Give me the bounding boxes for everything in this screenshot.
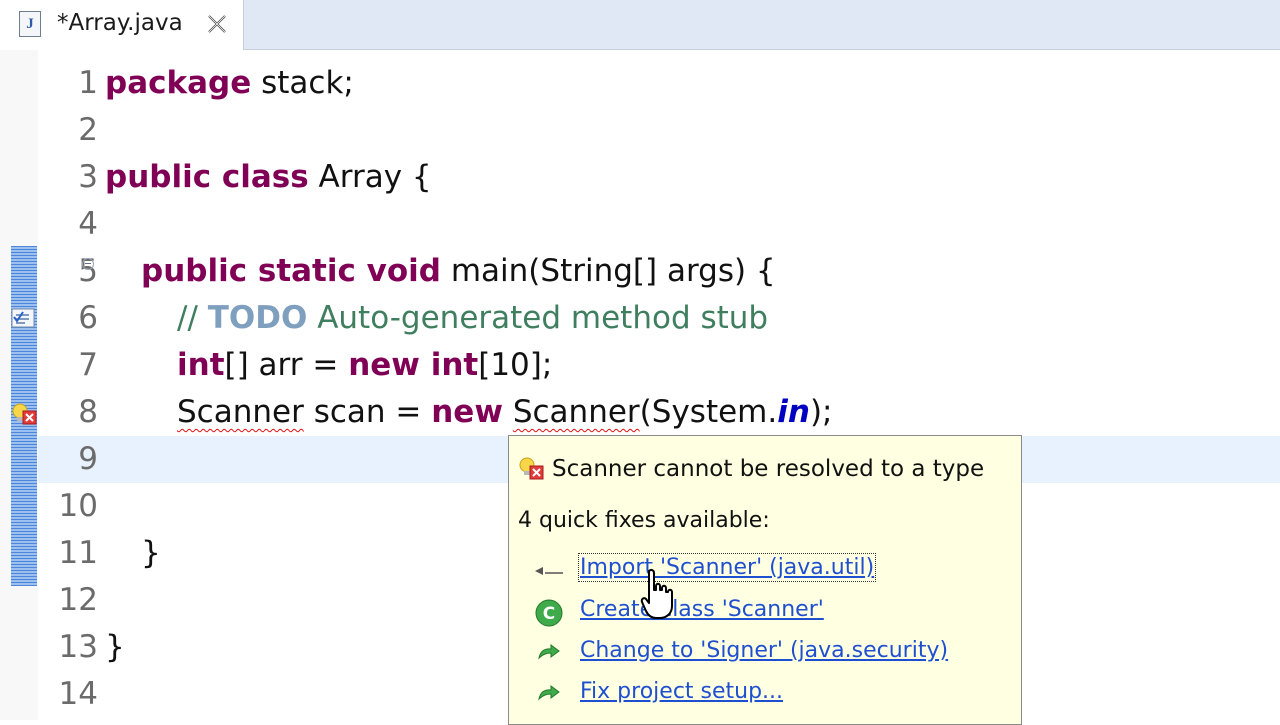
import-icon: [529, 557, 569, 585]
quick-fix-popup: Scanner cannot be resolved to a type 4 q…: [508, 435, 1022, 725]
task-marker-icon[interactable]: [11, 307, 37, 333]
quick-fix-project-setup[interactable]: Fix project setup...: [529, 675, 1009, 713]
line-number: 7: [78, 347, 98, 383]
code-text: package stack;: [105, 65, 354, 101]
line-number: 8: [78, 394, 98, 430]
quick-fix-create-class[interactable]: C Create class 'Scanner': [529, 593, 1009, 631]
line-number: 13: [58, 629, 98, 665]
fix-project-setup-link[interactable]: Fix project setup...: [580, 679, 783, 704]
svg-text:C: C: [543, 604, 555, 624]
code-text: int[] arr = new int[10];: [177, 347, 553, 383]
code-text: // TODO Auto-generated method stub: [177, 300, 769, 336]
line-number: 5: [78, 253, 98, 289]
import-scanner-link[interactable]: Import 'Scanner' (java.util): [577, 553, 877, 582]
quick-fix-change-signer[interactable]: Change to 'Signer' (java.security): [529, 634, 1009, 672]
quick-fix-count: 4 quick fixes available:: [518, 508, 770, 533]
problem-description: Scanner cannot be resolved to a type: [552, 456, 985, 482]
change-to-signer-link[interactable]: Change to 'Signer' (java.security): [580, 638, 948, 663]
error-lightbulb-icon[interactable]: [11, 402, 39, 430]
line-number: 14: [58, 676, 98, 712]
code-text: }: [105, 629, 125, 665]
tab-array-java[interactable]: J *Array.java: [0, 0, 244, 50]
create-class-icon: C: [529, 599, 569, 627]
create-class-link[interactable]: Create class 'Scanner': [580, 597, 824, 622]
editor-tab-bar: J *Array.java: [0, 0, 1280, 50]
change-arrow-icon: [529, 681, 569, 709]
code-line: 7 int[] arr = new int[10];: [38, 342, 1280, 389]
code-line: 6 // TODO Auto-generated method stub: [38, 295, 1280, 342]
quick-fix-import[interactable]: Import 'Scanner' (java.util): [529, 551, 1009, 589]
code-line: 5 public static void main(String[] args)…: [38, 248, 1280, 295]
close-icon[interactable]: [204, 11, 230, 37]
code-text: Scanner scan = new Scanner(System.in);: [177, 394, 833, 430]
code-text: }: [141, 535, 161, 571]
left-ruler: [0, 50, 38, 720]
line-number: 10: [58, 488, 98, 524]
line-number: 1: [78, 65, 98, 101]
hand-cursor-icon: [640, 568, 676, 624]
tab-title: *Array.java: [57, 10, 183, 36]
code-line: 1 package stack;: [38, 60, 1280, 107]
error-token: Scanner: [177, 394, 304, 430]
line-number: 6: [78, 300, 98, 336]
code-line: 4: [38, 201, 1280, 248]
line-number: 9: [78, 441, 98, 477]
error-lightbulb-icon: [518, 456, 546, 486]
code-line: 2: [38, 107, 1280, 154]
popup-header: Scanner cannot be resolved to a type: [509, 436, 1021, 488]
error-token: Scanner: [512, 394, 640, 430]
line-number: 11: [58, 535, 98, 571]
fold-collapse-icon[interactable]: [82, 258, 94, 270]
line-number: 3: [78, 159, 98, 195]
line-number: 12: [58, 582, 98, 618]
line-number: 2: [78, 112, 98, 148]
code-text: public class Array {: [105, 159, 432, 195]
code-line: 3 public class Array {: [38, 154, 1280, 201]
change-arrow-icon: [529, 640, 569, 668]
code-text: public static void main(String[] args) {: [141, 253, 776, 289]
code-line: 8 Scanner scan = new Scanner(System.in);: [38, 389, 1280, 436]
java-file-icon: J: [19, 11, 41, 37]
line-number: 4: [78, 206, 98, 242]
